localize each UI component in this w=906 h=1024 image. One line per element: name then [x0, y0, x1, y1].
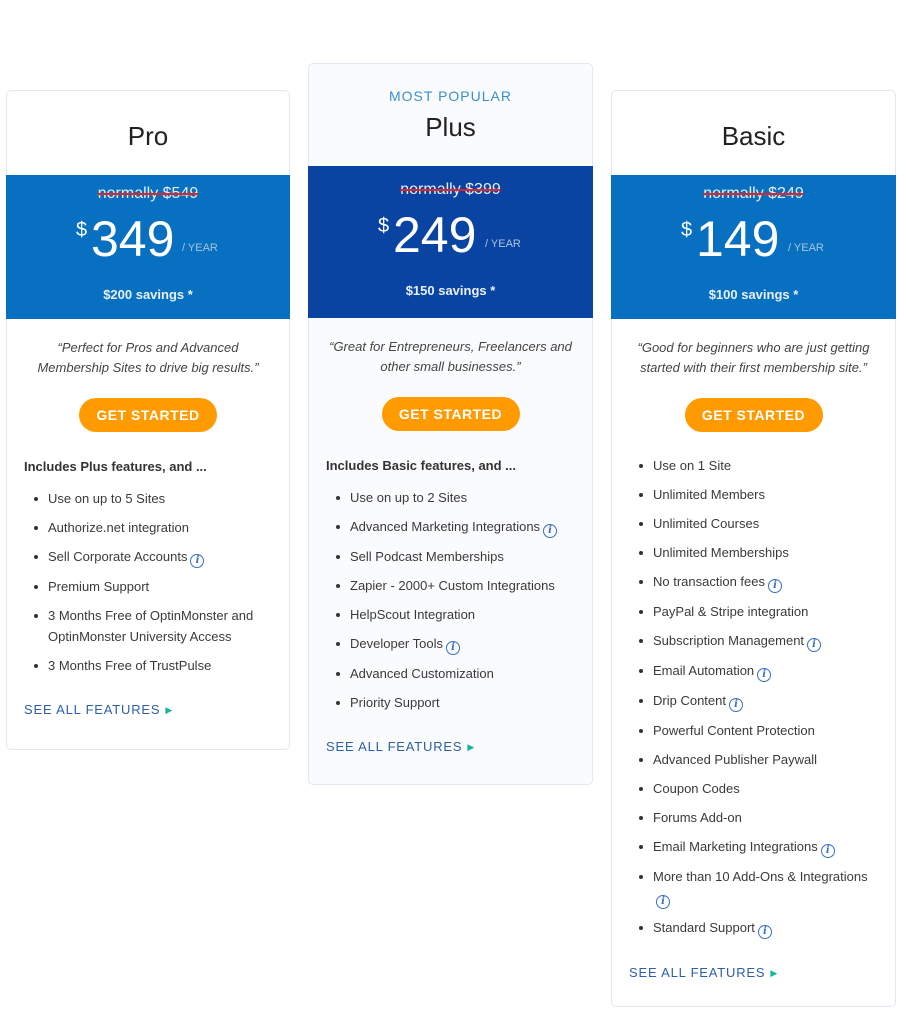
feature-item: Unlimited Memberships — [637, 542, 895, 563]
get-started-button[interactable]: GET STARTED — [381, 397, 520, 431]
plan-tagline: “Perfect for Pros and Advanced Membershi… — [37, 340, 259, 375]
feature-item: 3 Months Free of OptinMonster and OptinM… — [32, 605, 289, 647]
price-amount: 349 — [91, 211, 175, 267]
feature-item: Developer Tools i — [334, 633, 592, 655]
savings-text: $100 savings * — [708, 287, 799, 302]
feature-item: Use on 1 Site — [637, 455, 895, 476]
price-amount: 149 — [696, 211, 780, 267]
plan-tagline: “Good for beginners who are just getting… — [637, 340, 870, 375]
info-icon[interactable]: i — [757, 668, 772, 682]
feature-item: Drip Content i — [637, 690, 895, 712]
pricing-card-plus: MOST POPULAR Plus normally $399 $ 249 / … — [308, 63, 593, 785]
feature-item: Unlimited Members — [637, 484, 895, 505]
plan-tagline: “Great for Entrepreneurs, Freelancers an… — [329, 339, 572, 374]
price-amount: 249 — [393, 207, 477, 263]
feature-item: Unlimited Courses — [637, 513, 895, 534]
plan-name: Plus — [425, 112, 476, 142]
price: $ 249 / YEAR — [308, 205, 593, 275]
feature-item: Forums Add-on — [637, 807, 895, 828]
arrow-right-icon: ▶ — [467, 742, 476, 752]
info-icon[interactable]: i — [656, 895, 670, 909]
feature-item: Standard Support i — [637, 917, 895, 939]
feature-list: Use on 1 Site Unlimited Members Unlimite… — [612, 455, 895, 939]
savings-text: $150 savings * — [405, 283, 496, 298]
see-all-features-link[interactable]: SEE ALL FEATURES ▶ — [24, 702, 173, 717]
plan-name: Pro — [127, 121, 169, 151]
arrow-right-icon: ▶ — [770, 968, 779, 978]
info-icon[interactable]: i — [543, 524, 558, 538]
pricing-card-pro: Pro normally $549 $ 349 / YEAR $200 savi… — [6, 90, 290, 750]
feature-item: Advanced Marketing Integrations i — [334, 516, 592, 538]
price-period: / YEAR — [182, 242, 218, 254]
get-started-button[interactable]: GET STARTED — [684, 398, 823, 432]
feature-item: Powerful Content Protection — [637, 720, 895, 741]
price: $ 149 / YEAR — [611, 209, 896, 279]
feature-item: More than 10 Add-Ons & Integrations i — [637, 866, 895, 909]
see-all-features-link[interactable]: SEE ALL FEATURES ▶ — [629, 965, 778, 980]
price-box: normally $399 $ 249 / YEAR $150 savings … — [308, 166, 593, 318]
includes-heading: Includes Basic features, and ... — [326, 458, 517, 473]
price-period: / YEAR — [485, 238, 521, 250]
feature-item: Sell Corporate Accounts i — [32, 546, 289, 568]
info-icon[interactable]: i — [768, 579, 783, 593]
price-box: normally $249 $ 149 / YEAR $100 savings … — [611, 175, 896, 319]
feature-item: Authorize.net integration — [32, 517, 289, 538]
feature-item: Email Marketing Integrations i — [637, 836, 895, 858]
see-all-features-link[interactable]: SEE ALL FEATURES ▶ — [326, 739, 475, 754]
feature-item: Zapier - 2000+ Custom Integrations — [334, 575, 592, 596]
feature-list: Use on up to 2 Sites Advanced Marketing … — [309, 487, 592, 713]
feature-item: Use on up to 5 Sites — [32, 488, 289, 509]
price-box: normally $549 $ 349 / YEAR $200 savings … — [6, 175, 290, 319]
feature-item: Subscription Management i — [637, 630, 895, 652]
arrow-right-icon: ▶ — [165, 705, 174, 715]
pricing-card-basic: Basic normally $249 $ 149 / YEAR $100 sa… — [611, 90, 896, 1007]
original-price: normally $399 — [400, 181, 501, 198]
get-started-button[interactable]: GET STARTED — [79, 398, 217, 432]
feature-item: Advanced Customization — [334, 663, 592, 684]
original-price: normally $549 — [97, 185, 199, 202]
info-icon[interactable]: i — [190, 554, 205, 568]
currency-symbol: $ — [378, 215, 390, 237]
feature-item: No transaction fees i — [637, 571, 895, 593]
feature-item: Coupon Codes — [637, 778, 895, 799]
feature-item: Advanced Publisher Paywall — [637, 749, 895, 770]
info-icon[interactable]: i — [807, 638, 822, 652]
savings-text: $200 savings * — [103, 287, 193, 302]
feature-item: PayPal & Stripe integration — [637, 601, 895, 622]
feature-item: HelpScout Integration — [334, 604, 592, 625]
feature-item: Use on up to 2 Sites — [334, 487, 592, 508]
info-icon[interactable]: i — [820, 844, 835, 858]
feature-item: Priority Support — [334, 692, 592, 713]
price-period: / YEAR — [788, 242, 824, 254]
most-popular-badge: MOST POPULAR — [389, 88, 512, 104]
info-icon[interactable]: i — [728, 698, 743, 712]
includes-heading: Includes Plus features, and ... — [24, 459, 207, 474]
plan-name: Basic — [721, 121, 786, 151]
info-icon[interactable]: i — [757, 925, 772, 939]
feature-item: Sell Podcast Memberships — [334, 546, 592, 567]
feature-item: Premium Support — [32, 576, 289, 597]
currency-symbol: $ — [76, 219, 88, 241]
info-icon[interactable]: i — [445, 641, 460, 655]
feature-list: Use on up to 5 Sites Authorize.net integ… — [7, 488, 289, 676]
price: $ 349 / YEAR — [6, 209, 290, 279]
original-price: normally $249 — [703, 185, 804, 202]
currency-symbol: $ — [681, 219, 693, 241]
feature-item: Email Automation i — [637, 660, 895, 682]
feature-item: 3 Months Free of TrustPulse — [32, 655, 289, 676]
